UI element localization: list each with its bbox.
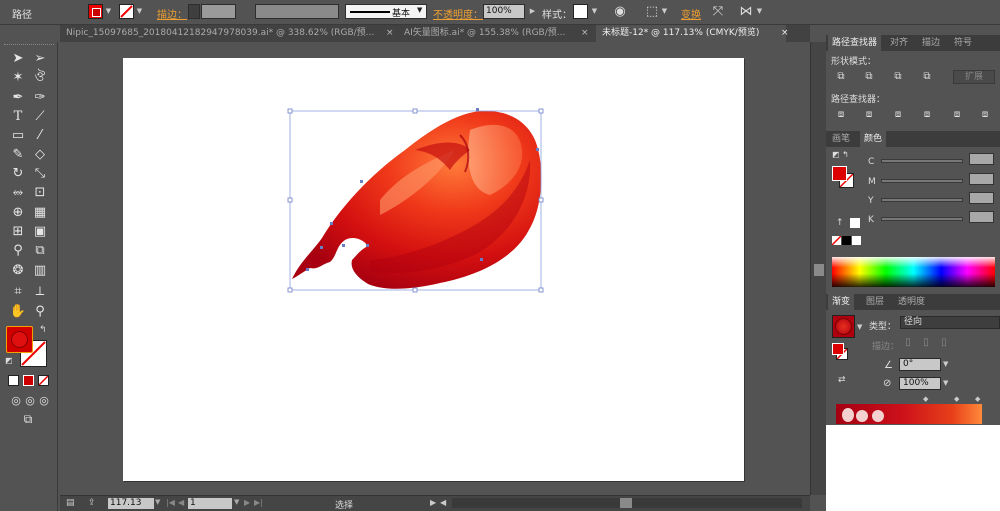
gradient-stop[interactable]: [842, 408, 854, 422]
angle-input[interactable]: 0°: [899, 358, 941, 371]
gradient-preview-dropdown-icon[interactable]: ▼: [857, 323, 862, 331]
exclude-icon[interactable]: ⧉: [920, 71, 934, 83]
zoom-input[interactable]: 117.13: [108, 498, 154, 509]
tab-stroke[interactable]: 描边: [918, 35, 944, 51]
ratio-dropdown-icon[interactable]: ▼: [943, 379, 948, 387]
unite-icon[interactable]: ⧉: [834, 71, 848, 83]
horizontal-scrollbar[interactable]: [452, 498, 802, 508]
first-artboard-icon[interactable]: |◀: [166, 498, 175, 507]
minus-back-icon[interactable]: ⧈: [978, 109, 992, 121]
channel-k-input[interactable]: [969, 211, 994, 223]
none-swatch[interactable]: [832, 236, 841, 245]
gradient-tabs: 渐变 图层 透明度: [826, 294, 1000, 310]
crop-icon[interactable]: ⧈: [920, 109, 934, 121]
pathfinders-label: 路径查找器：: [831, 95, 886, 105]
gamut-swatch[interactable]: [850, 218, 860, 228]
channel-k-slider[interactable]: [881, 217, 963, 221]
panel-cutoff: [826, 425, 1000, 511]
color-spectrum[interactable]: [832, 257, 995, 287]
channel-m-label: M: [868, 177, 876, 187]
channel-y-slider[interactable]: [881, 198, 963, 202]
artboard-nav-icon[interactable]: ▤: [66, 498, 75, 508]
angle-dropdown-icon[interactable]: ▼: [943, 360, 948, 368]
channel-c-slider[interactable]: [881, 159, 963, 163]
out-of-gamut-icon[interactable]: ↑: [836, 218, 844, 228]
minus-front-icon[interactable]: ⧉: [862, 71, 876, 83]
outline-icon[interactable]: ⧈: [950, 109, 964, 121]
tab-pathfinder[interactable]: 路径查找器: [828, 35, 882, 51]
angle-icon: ∠: [884, 360, 893, 371]
midpoint-marker-icon[interactable]: ◆: [975, 395, 980, 403]
white-swatch[interactable]: [852, 236, 861, 245]
channel-c-input[interactable]: [969, 153, 994, 165]
channel-y-label: Y: [868, 196, 874, 206]
midpoint-marker-icon[interactable]: ◆: [954, 395, 959, 403]
gradient-type-select[interactable]: 径向: [900, 316, 1000, 329]
channel-k-label: K: [868, 215, 874, 225]
vertical-scrollbar[interactable]: [810, 42, 826, 495]
tab-symbols[interactable]: 符号: [950, 35, 976, 51]
zoom-dropdown-icon[interactable]: ▼: [155, 498, 160, 506]
pathfinder-tabs: 路径查找器 对齐 描边 符号: [826, 35, 1000, 51]
panel-dock: 路径查找器 对齐 描边 符号 形状模式： ⧉ ⧉ ⧉ ⧉ 扩展 路径查找器： ⧈…: [826, 32, 1000, 511]
tab-gradient[interactable]: 渐变: [828, 294, 855, 310]
channel-c-label: C: [868, 157, 875, 167]
next-artboard-icon[interactable]: ▶: [244, 498, 250, 507]
tab-layers[interactable]: 图层: [862, 294, 888, 310]
gradient-fill-box[interactable]: [832, 343, 844, 355]
channel-m-input[interactable]: [969, 173, 994, 185]
artboard-number-input[interactable]: 1: [188, 498, 232, 509]
status-menu-icon[interactable]: ▶: [430, 498, 436, 507]
gradient-stroke-label: 描边：: [872, 342, 900, 352]
artboard-dropdown-icon[interactable]: ▼: [234, 498, 239, 506]
prev-artboard-icon[interactable]: ◀: [178, 498, 184, 507]
trim-icon[interactable]: ⧈: [862, 109, 876, 121]
last-artboard-icon[interactable]: ▶|: [254, 498, 263, 507]
gradient-preview[interactable]: [832, 315, 855, 338]
merge-icon[interactable]: ⧈: [891, 109, 905, 121]
aspect-ratio-input[interactable]: 100%: [899, 377, 941, 390]
tab-align[interactable]: 对齐: [886, 35, 912, 51]
type-label: 类型：: [869, 322, 897, 332]
flame-shape[interactable]: [292, 110, 542, 289]
stroke-along-icon[interactable]: ▯: [919, 337, 933, 349]
scroll-thumb[interactable]: [620, 498, 632, 508]
gradient-slider[interactable]: [835, 403, 983, 425]
status-mode-label: 选择: [335, 501, 354, 511]
midpoint-marker-icon[interactable]: ◆: [923, 395, 928, 403]
export-icon[interactable]: ⇪: [88, 498, 96, 508]
shape-modes-label: 形状模式：: [831, 57, 877, 67]
default-colors-icon[interactable]: ◩ ↰: [832, 150, 849, 159]
scroll-left-icon[interactable]: ◀: [440, 498, 446, 507]
reverse-gradient-icon[interactable]: ⇄: [838, 375, 846, 385]
status-bar: ▤ ⇪ 117.13 ▼ |◀ ◀ 1 ▼ ▶ ▶| 选择 ▶ ◀: [60, 495, 810, 511]
color-tabs: 画笔 颜色: [826, 131, 1000, 147]
divide-icon[interactable]: ⧈: [834, 109, 848, 121]
tab-brushes[interactable]: 画笔: [828, 131, 854, 147]
stroke-within-icon[interactable]: ▯: [901, 337, 915, 349]
black-swatch[interactable]: [842, 236, 851, 245]
channel-m-slider[interactable]: [881, 179, 963, 183]
channel-y-input[interactable]: [969, 192, 994, 204]
aspect-ratio-icon: ⊘: [883, 378, 892, 389]
gradient-stop[interactable]: [872, 410, 884, 422]
tab-transparency[interactable]: 透明度: [894, 294, 929, 310]
stroke-across-icon[interactable]: ▯: [937, 337, 951, 349]
scroll-thumb[interactable]: [814, 264, 824, 276]
tab-color[interactable]: 颜色: [860, 131, 887, 147]
expand-button[interactable]: 扩展: [953, 70, 995, 84]
gradient-stop[interactable]: [856, 410, 868, 422]
intersect-icon[interactable]: ⧉: [891, 71, 905, 83]
color-fill-box[interactable]: [832, 166, 847, 181]
